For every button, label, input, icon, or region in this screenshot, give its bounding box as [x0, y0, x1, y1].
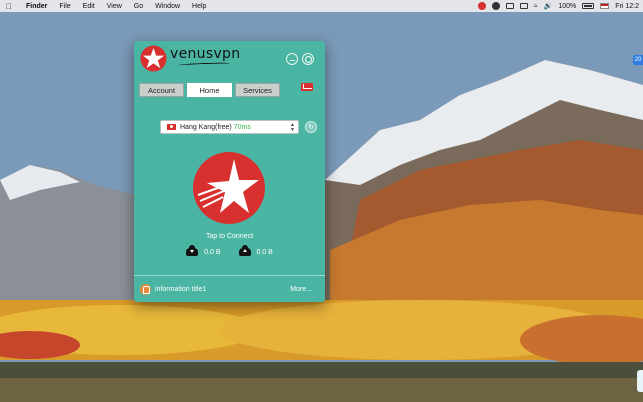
cloud-upload-icon: [238, 245, 251, 256]
menu-clock[interactable]: Fri 12:2: [615, 3, 639, 10]
input-source-flag-icon[interactable]: [600, 3, 610, 9]
minimize-button[interactable]: [286, 53, 298, 65]
cloud-download-icon: [186, 245, 199, 256]
menu-status-area: ≈ 🔊 100% Fri 12:2: [477, 0, 639, 12]
tab-account[interactable]: Account: [139, 83, 184, 97]
traffic-stats: 0.0 B 0.0 B: [134, 245, 325, 256]
app-header: venusvpn: [134, 41, 325, 79]
hong-kong-flag-icon: [167, 124, 176, 130]
menu-window[interactable]: Window: [155, 3, 180, 10]
footer-divider: [134, 275, 325, 276]
server-name: Hang Kang(free): [180, 123, 232, 131]
menu-edit[interactable]: Edit: [83, 3, 95, 10]
menu-help[interactable]: Help: [192, 3, 206, 10]
desktop-badge[interactable]: 20: [633, 55, 643, 65]
server-select[interactable]: Hang Kang(free) 70ms ▲ ▼: [160, 120, 299, 134]
menu-app-name[interactable]: Finder: [26, 3, 47, 10]
menu-bar:  Finder File Edit View Go Window Help ≈…: [0, 0, 643, 12]
server-latency: 70ms: [233, 123, 251, 131]
wifi-icon[interactable]: ≈: [534, 3, 538, 10]
menu-file[interactable]: File: [59, 3, 70, 10]
apple-icon[interactable]: : [6, 2, 16, 11]
download-value: 0.0 B: [204, 248, 221, 256]
chevron-updown-icon: ▲ ▼: [290, 122, 295, 133]
more-link[interactable]: More...: [290, 286, 312, 293]
download-stat: 0.0 B: [186, 245, 221, 256]
refresh-button[interactable]: ↻: [305, 121, 317, 133]
battery-percent: 100%: [558, 2, 577, 10]
volume-icon[interactable]: 🔊: [544, 2, 553, 10]
power-close-button[interactable]: [302, 53, 314, 65]
side-scroll-tab[interactable]: [637, 370, 643, 392]
tap-to-connect-label: Tap to Connect: [205, 233, 254, 240]
brand-swoosh: [177, 62, 231, 67]
battery-icon[interactable]: [582, 3, 595, 9]
mail-icon[interactable]: [301, 83, 313, 91]
venusvpn-status-icon[interactable]: [477, 2, 486, 10]
connect-button[interactable]: [192, 151, 266, 225]
tab-services[interactable]: Services: [235, 83, 280, 97]
upload-stat: 0.0 B: [238, 245, 273, 256]
vpn-status-icon[interactable]: [491, 2, 500, 10]
menu-view[interactable]: View: [107, 3, 122, 10]
info-bell-icon: [140, 284, 151, 295]
upload-value: 0.0 B: [256, 248, 273, 256]
clipboard-icon[interactable]: [505, 3, 514, 9]
venusvpn-window: venusvpn Account Home Services Hang Kang…: [134, 41, 325, 302]
venusvpn-logo-icon: [140, 45, 167, 72]
info-title[interactable]: information title1: [155, 286, 206, 293]
tab-bar: Account Home Services: [139, 83, 280, 97]
tab-home[interactable]: Home: [187, 83, 232, 97]
display-icon[interactable]: [519, 3, 528, 9]
brand-title: venusvpn: [170, 46, 241, 62]
menu-go[interactable]: Go: [134, 3, 143, 10]
